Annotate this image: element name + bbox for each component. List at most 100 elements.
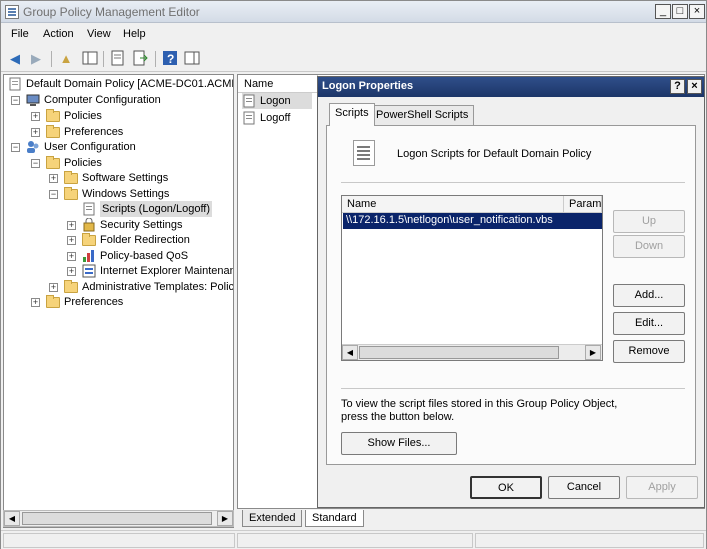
back-arrow-icon[interactable]: ◀ [6, 50, 24, 68]
tree-item-uc-policies[interactable]: − Policies [8, 155, 233, 171]
collapse-icon[interactable]: − [49, 190, 58, 199]
collapse-icon[interactable]: − [11, 96, 20, 105]
column-header-parameters[interactable]: Parame [564, 196, 602, 213]
scripts-tab-panel: Logon Scripts for Default Domain Policy … [326, 125, 696, 465]
tree-root[interactable]: Default Domain Policy [ACME-DC01.ACME.LC [8, 76, 233, 92]
main-window: Group Policy Management Editor _ □ × Fil… [0, 0, 707, 549]
script-icon [242, 111, 256, 125]
menu-action[interactable]: Action [43, 28, 74, 40]
menu-file[interactable]: File [11, 28, 29, 40]
folder-icon [46, 125, 60, 138]
menu-bar: File Action View Help [1, 24, 706, 46]
properties-icon[interactable] [109, 50, 127, 68]
show-hide-action-pane-icon[interactable] [183, 50, 201, 68]
scrollbar-thumb[interactable] [359, 346, 559, 359]
show-hide-tree-icon[interactable] [81, 50, 99, 68]
down-button[interactable]: Down [613, 235, 685, 258]
tree-horizontal-scrollbar[interactable]: ◀ ▶ [3, 510, 234, 527]
expand-icon[interactable]: + [67, 221, 76, 230]
scroll-left-icon[interactable]: ◀ [342, 345, 358, 360]
tab-standard[interactable]: Standard [305, 510, 364, 527]
window-title: Group Policy Management Editor [23, 5, 200, 19]
up-button[interactable]: Up [613, 210, 685, 233]
tree-item-uc-preferences[interactable]: + Preferences [8, 294, 233, 310]
tree-item-user-configuration[interactable]: − User Configuration [8, 139, 233, 155]
tab-scripts[interactable]: Scripts [329, 103, 375, 126]
export-list-icon[interactable] [131, 50, 149, 68]
tree-item-security-settings[interactable]: + Security Settings [8, 217, 233, 233]
show-files-button[interactable]: Show Files... [341, 432, 457, 455]
console-tree[interactable]: Default Domain Policy [ACME-DC01.ACME.LC… [3, 74, 234, 528]
folder-icon [82, 233, 96, 246]
scroll-right-icon[interactable]: ▶ [585, 345, 601, 360]
app-icon [5, 5, 19, 19]
tab-powershell-scripts[interactable]: PowerShell Scripts [370, 105, 475, 125]
view-tabs: Extended Standard [237, 510, 705, 528]
menu-view[interactable]: View [87, 28, 111, 40]
logon-properties-dialog: Logon Properties ? × Scripts PowerShell … [317, 76, 705, 508]
close-button[interactable]: × [689, 4, 705, 19]
list-item-logon[interactable]: Logon [242, 93, 312, 109]
column-header-name[interactable]: Name [238, 75, 318, 93]
ok-button[interactable]: OK [470, 476, 542, 499]
scrollbar-thumb[interactable] [22, 512, 212, 525]
tree-item-cc-policies[interactable]: + Policies [8, 108, 233, 124]
status-bar [1, 530, 706, 549]
tree-item-windows-settings[interactable]: − Windows Settings [8, 186, 233, 202]
tree-item-ie-maintenance[interactable]: + Internet Explorer Maintenan [8, 263, 233, 279]
help-icon[interactable]: ? [161, 50, 179, 68]
scroll-right-icon[interactable]: ▶ [217, 511, 233, 526]
column-header-name[interactable]: Name [342, 196, 564, 213]
tree-item-cc-preferences[interactable]: + Preferences [8, 124, 233, 140]
tree-item-folder-redirection[interactable]: + Folder Redirection [8, 232, 233, 248]
expand-icon[interactable]: + [31, 112, 40, 121]
collapse-icon[interactable]: − [31, 159, 40, 168]
edit-button[interactable]: Edit... [613, 312, 685, 335]
add-button[interactable]: Add... [613, 284, 685, 307]
expand-icon[interactable]: + [31, 128, 40, 137]
dialog-title-bar[interactable]: Logon Properties [318, 77, 704, 97]
scripts-list[interactable]: Name Parame \\172.16.1.5\netlogon\user_n… [341, 195, 603, 361]
collapse-icon[interactable]: − [11, 143, 20, 152]
internet-explorer-icon [82, 264, 96, 278]
forward-arrow-icon[interactable]: ▶ [27, 50, 45, 68]
folder-icon [64, 187, 78, 200]
up-folder-icon[interactable]: ▲ [57, 50, 75, 68]
minimize-button[interactable]: _ [655, 4, 671, 19]
security-settings-icon [82, 217, 96, 232]
title-bar[interactable]: Group Policy Management Editor _ □ × [1, 1, 706, 23]
tree-item-software-settings[interactable]: + Software Settings [8, 170, 233, 186]
maximize-button[interactable]: □ [672, 4, 688, 19]
remove-button[interactable]: Remove [613, 340, 685, 363]
script-icon [353, 140, 375, 166]
folder-icon [46, 295, 60, 308]
tab-extended[interactable]: Extended [242, 510, 303, 527]
dialog-help-button[interactable]: ? [670, 79, 685, 94]
svg-text:?: ? [167, 52, 174, 66]
users-icon [26, 140, 40, 154]
show-files-description: To view the script files stored in this … [341, 398, 618, 423]
script-row[interactable]: \\172.16.1.5\netlogon\user_notification.… [343, 213, 602, 229]
expand-icon[interactable]: + [31, 298, 40, 307]
scroll-left-icon[interactable]: ◀ [4, 511, 20, 526]
expand-icon[interactable]: + [67, 252, 76, 261]
list-horizontal-scrollbar[interactable]: ◀ ▶ [342, 344, 602, 360]
expand-icon[interactable]: + [49, 283, 58, 292]
policy-document-icon [8, 77, 22, 91]
computer-icon [26, 93, 40, 107]
dialog-title: Logon Properties [322, 80, 414, 92]
tree-item-admin-templates[interactable]: + Administrative Templates: Policy [8, 279, 233, 295]
tree-item-scripts[interactable]: Scripts (Logon/Logoff) [8, 201, 233, 217]
tree-item-computer-configuration[interactable]: − Computer Configuration [8, 92, 233, 108]
cancel-button[interactable]: Cancel [548, 476, 620, 499]
expand-icon[interactable]: + [67, 267, 76, 276]
tree-item-policy-qos[interactable]: + Policy-based QoS [8, 248, 233, 264]
folder-icon [46, 109, 60, 122]
list-item-logoff[interactable]: Logoff [242, 110, 312, 126]
dialog-close-button[interactable]: × [687, 79, 702, 94]
apply-button[interactable]: Apply [626, 476, 698, 499]
menu-help[interactable]: Help [123, 28, 146, 40]
expand-icon[interactable]: + [67, 236, 76, 245]
folder-icon [46, 156, 60, 169]
expand-icon[interactable]: + [49, 174, 58, 183]
